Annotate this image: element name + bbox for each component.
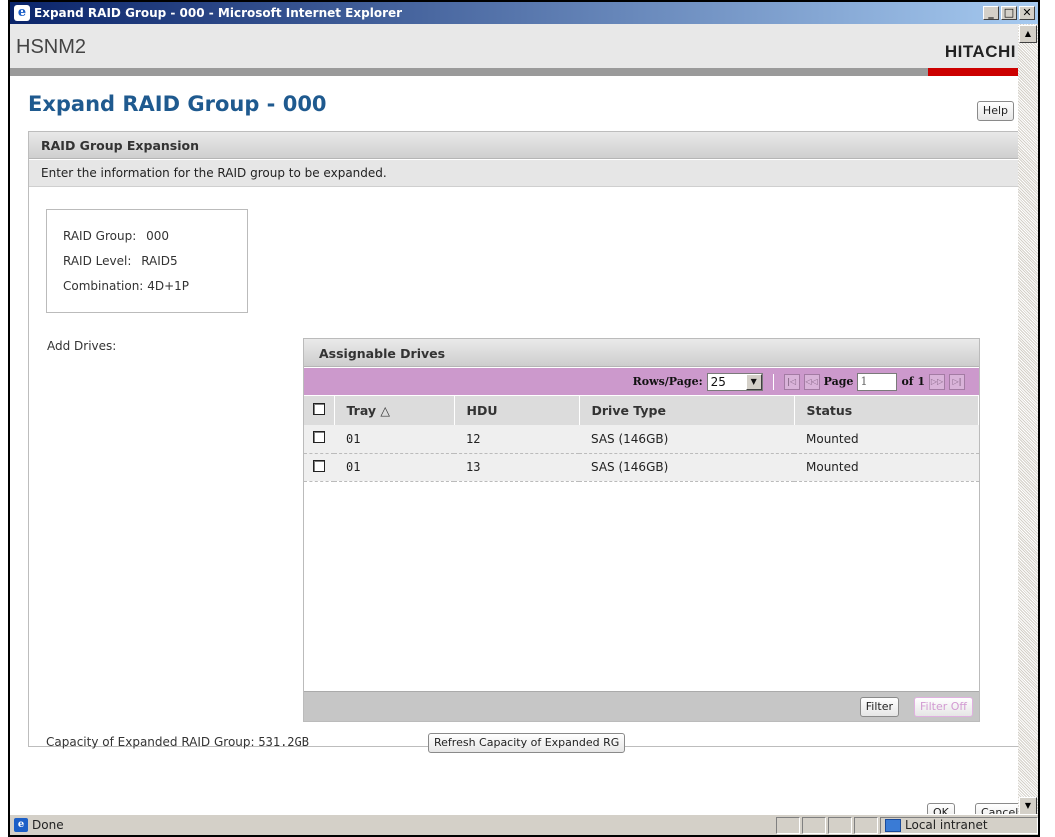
row-checkbox[interactable] (313, 431, 325, 444)
column-tray[interactable]: Tray △ (334, 396, 455, 425)
row-checkbox[interactable] (313, 459, 325, 472)
hdu-cell: 13 (454, 453, 579, 482)
raid-expansion-panel: RAID Group Expansion Enter the informati… (28, 131, 1020, 753)
help-button[interactable]: Help (976, 101, 1014, 121)
window-controls: _ □ ✕ (983, 6, 1035, 20)
ie-logo-icon: e (14, 5, 30, 21)
raid-group-row: RAID Group: 000 (63, 224, 231, 249)
zone-label: Local intranet (905, 818, 988, 832)
status-bar: e Done Local intranet (10, 814, 1038, 835)
status-cell: Mounted (794, 453, 979, 482)
table-row[interactable]: 01 13 SAS (146GB) Mounted (304, 453, 979, 482)
next-page-icon[interactable]: ▷▷ (929, 373, 945, 390)
pager-bar: Rows/Page: 25 ▼ |◁ ◁◁ Page 1 of 1 ▷▷ ▷| (304, 368, 979, 395)
last-page-icon[interactable]: ▷| (949, 373, 965, 390)
pager-divider (772, 373, 774, 390)
column-hdu[interactable]: HDU (454, 396, 580, 425)
close-button[interactable]: ✕ (1019, 6, 1035, 20)
browser-window: e Expand RAID Group - 000 - Microsoft In… (8, 0, 1040, 837)
status-panel (802, 816, 826, 834)
vertical-scrollbar[interactable]: ▲ ▼ (1018, 24, 1038, 816)
filter-off-button[interactable]: Filter Off (914, 697, 973, 717)
header-accent (928, 68, 1020, 76)
drive-type-cell: SAS (146GB) (579, 425, 794, 454)
drives-grid: Tray △ HDU Drive Type Status 01 12 SAS (… (304, 396, 979, 482)
chevron-down-icon[interactable]: ▼ (745, 373, 762, 390)
page-content: HSNM2 HITACHI Expand RAID Group - 000 He… (10, 24, 1020, 816)
security-zone: Local intranet (880, 816, 1038, 834)
capacity-value: 531.2GB (258, 735, 309, 749)
add-drives-label: Add Drives: (47, 339, 117, 353)
prev-page-icon[interactable]: ◁◁ (803, 373, 820, 390)
rows-per-page-label: Rows/Page: (632, 375, 703, 388)
select-all-checkbox[interactable] (313, 403, 325, 415)
app-brand: HSNM2 (16, 36, 87, 58)
first-page-icon[interactable]: |◁ (783, 373, 800, 390)
raid-group-value: 000 (146, 229, 169, 243)
status-cell: Mounted (794, 425, 979, 454)
intranet-icon (885, 818, 901, 832)
drive-type-cell: SAS (146GB) (579, 453, 794, 482)
app-header: HSNM2 HITACHI (10, 24, 1020, 76)
raid-group-label: RAID Group: (63, 229, 137, 243)
section-description: Enter the information for the RAID group… (29, 160, 1019, 187)
rows-per-page-select[interactable]: 25 ▼ (706, 372, 763, 391)
refresh-capacity-button[interactable]: Refresh Capacity of Expanded RG (428, 733, 626, 753)
maximize-button[interactable]: □ (1001, 6, 1017, 20)
capacity-row: Capacity of Expanded RAID Group: 531.2GB (46, 735, 309, 749)
capacity-label: Capacity of Expanded RAID Group: (46, 735, 255, 749)
filter-button[interactable]: Filter (859, 697, 899, 717)
select-all-cell (304, 396, 335, 425)
column-status[interactable]: Status (794, 396, 979, 425)
tray-cell: 01 (334, 453, 454, 482)
status-panel (854, 816, 878, 834)
tray-cell: 01 (334, 425, 454, 454)
window-title: Expand RAID Group - 000 - Microsoft Inte… (34, 6, 403, 20)
combination-value: 4D+1P (147, 279, 189, 293)
drives-header: Assignable Drives (304, 339, 979, 367)
raid-level-row: RAID Level: RAID5 (63, 249, 231, 274)
raid-level-value: RAID5 (141, 254, 178, 268)
combination-label: Combination: (63, 279, 144, 293)
page-input[interactable]: 1 (857, 372, 898, 391)
assignable-drives-table: Assignable Drives Rows/Page: 25 ▼ |◁ ◁◁ … (303, 338, 980, 722)
table-row[interactable]: 01 12 SAS (146GB) Mounted (304, 425, 979, 454)
raid-level-label: RAID Level: (63, 254, 132, 268)
raid-info-box: RAID Group: 000 RAID Level: RAID5 Combin… (46, 209, 248, 313)
row-select-cell (304, 425, 334, 454)
status-left: e Done (10, 818, 774, 832)
rows-per-page-value: 25 (710, 374, 726, 389)
status-panel (828, 816, 852, 834)
page-of-label: of 1 (901, 375, 925, 388)
minimize-button[interactable]: _ (983, 6, 999, 20)
section-header: RAID Group Expansion (29, 132, 1019, 159)
title-bar: e Expand RAID Group - 000 - Microsoft In… (10, 2, 1038, 24)
hitachi-logo: HITACHI (944, 42, 1016, 61)
hdu-cell: 12 (454, 425, 579, 454)
status-text: Done (32, 818, 64, 832)
combination-row: Combination: 4D+1P (63, 274, 231, 299)
ie-page-icon: e (14, 818, 28, 832)
page-label: Page (823, 375, 854, 388)
header-divider (10, 68, 928, 76)
table-header-row: Tray △ HDU Drive Type Status (304, 396, 979, 425)
status-panel (776, 816, 800, 834)
table-footer: Filter Filter Off (304, 691, 979, 721)
page-title: Expand RAID Group - 000 (28, 92, 327, 116)
scroll-down-icon[interactable]: ▼ (1019, 797, 1037, 815)
row-select-cell (304, 453, 334, 482)
column-drive-type[interactable]: Drive Type (579, 396, 795, 425)
scroll-up-icon[interactable]: ▲ (1019, 25, 1037, 43)
